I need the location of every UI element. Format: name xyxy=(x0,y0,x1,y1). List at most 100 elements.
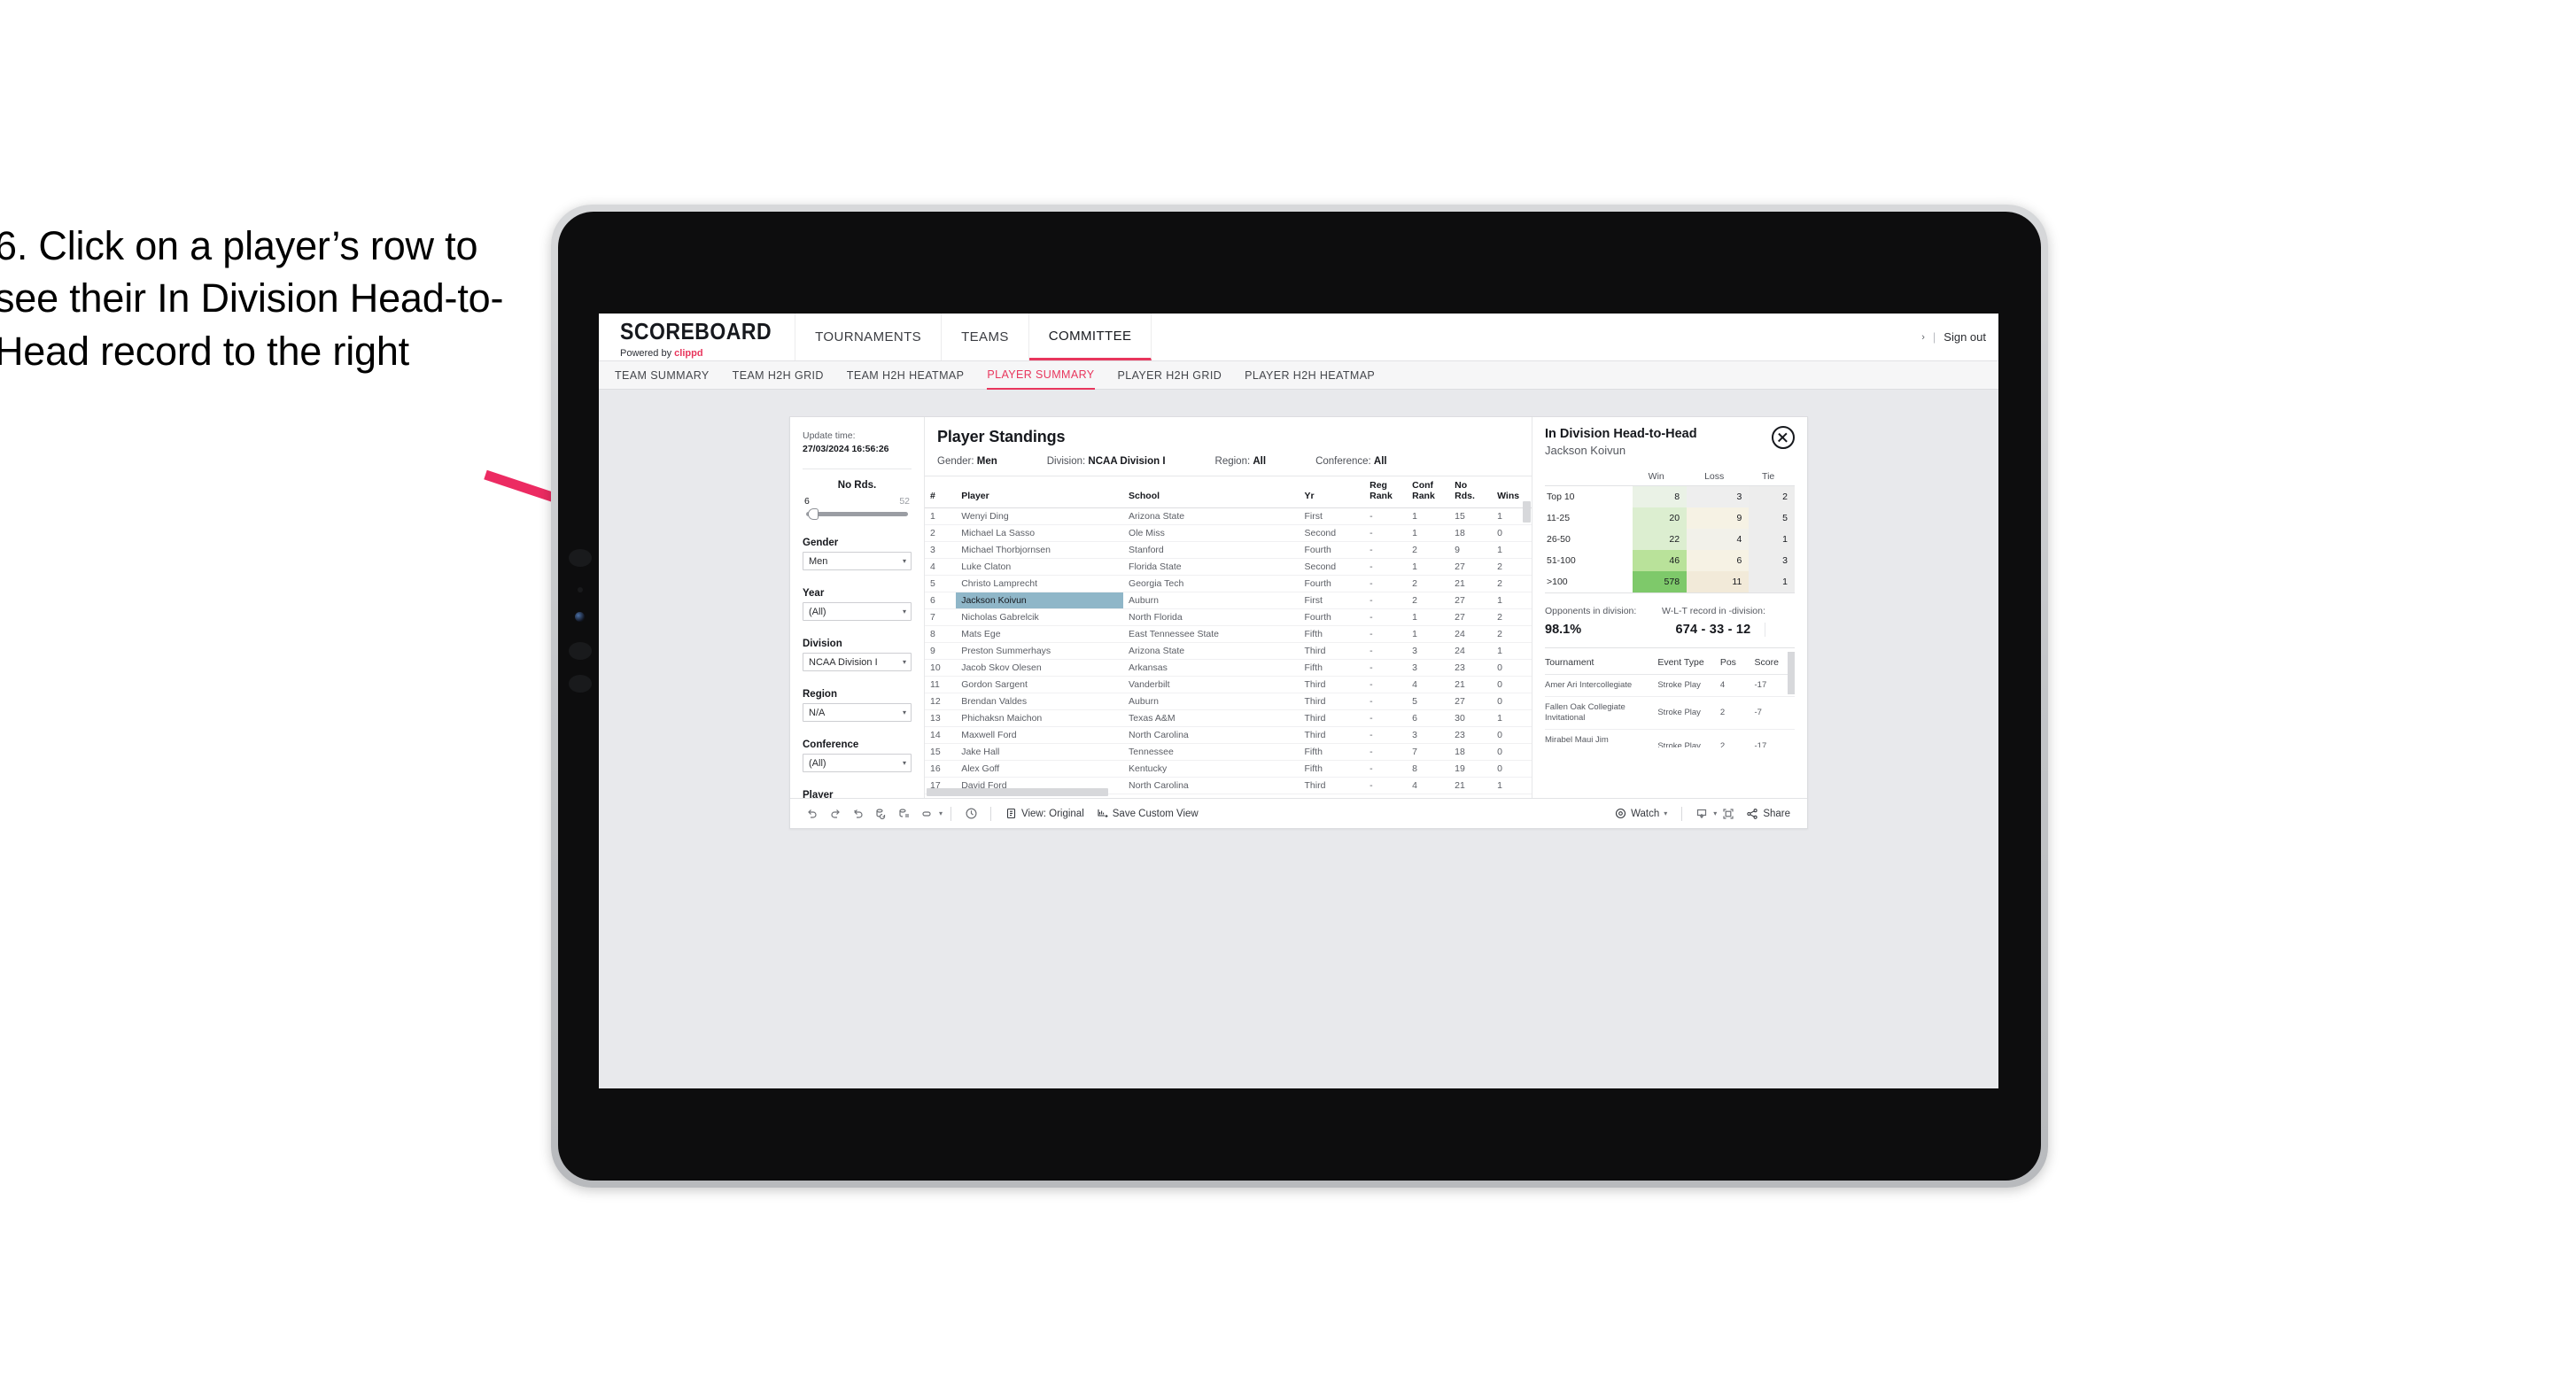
filter-division-select[interactable]: NCAA Division I ▾ xyxy=(803,653,912,672)
cell-num: 11 xyxy=(925,676,957,693)
undo-icon[interactable] xyxy=(801,802,824,825)
meta-region-value: All xyxy=(1253,456,1267,467)
table-row[interactable]: 1 Wenyi Ding Arizona State First -1 15 1 xyxy=(925,507,1532,525)
table-row[interactable]: 16 Alex Goff Kentucky Fifth -8 19 0 xyxy=(925,760,1532,778)
watch-icon xyxy=(1616,808,1626,819)
signout-area: › | Sign out xyxy=(1921,314,1986,360)
cell-num: 7 xyxy=(925,608,957,626)
cell-yr: Third xyxy=(1299,642,1365,660)
fullscreen-icon[interactable] xyxy=(1717,802,1740,825)
revert-icon[interactable] xyxy=(847,802,870,825)
refresh-data-icon[interactable] xyxy=(870,802,893,825)
nav-item-committee[interactable]: COMMITTEE xyxy=(1028,314,1152,360)
col-conf-rank[interactable]: Conf Rank xyxy=(1407,476,1450,508)
highlight-icon[interactable] xyxy=(916,802,939,825)
cell-school: Stanford xyxy=(1123,541,1300,559)
cell-rds: 27 xyxy=(1449,608,1493,626)
brand-title: SCOREBOARD xyxy=(620,318,772,345)
h2h-col-tie: Tie xyxy=(1749,471,1795,486)
table-row[interactable]: 2 Michael La Sasso Ole Miss Second -1 18 0 xyxy=(925,524,1532,542)
redo-icon[interactable] xyxy=(824,802,847,825)
heatmap-cell: 3 xyxy=(1749,550,1795,571)
table-row[interactable]: 6 Jackson Koivun Auburn First -2 27 1 xyxy=(925,592,1532,609)
cell-reg: - xyxy=(1364,743,1408,761)
view-original-button[interactable]: View: Original xyxy=(999,808,1090,819)
table-row[interactable]: 7 Nicholas Gabrelcik North Florida Fourth -1… xyxy=(925,608,1532,626)
filter-conference-select[interactable]: (All) ▾ xyxy=(803,754,912,773)
col-no-rds[interactable]: No Rds. xyxy=(1449,476,1493,508)
table-row[interactable]: 10 Jacob Skov Olesen Arkansas Fifth -3 23 0 xyxy=(925,659,1532,677)
filter-conference-label: Conference xyxy=(803,739,859,751)
filter-region-value: N/A xyxy=(809,707,826,718)
cell-wins: 0 xyxy=(1492,659,1532,677)
save-custom-view-button[interactable]: Save Custom View xyxy=(1090,808,1205,819)
cell-yr: Third xyxy=(1299,676,1365,693)
watch-button[interactable]: Watch ▾ xyxy=(1609,808,1673,819)
cell-school: Texas A&M xyxy=(1123,709,1300,727)
filter-year-select[interactable]: (All) ▾ xyxy=(803,602,912,622)
col-event-type[interactable]: Event Type xyxy=(1657,651,1720,675)
tab-player-h2h-grid[interactable]: PLAYER H2H GRID xyxy=(1118,361,1222,390)
cell-reg: - xyxy=(1364,507,1408,525)
signout-link[interactable]: Sign out xyxy=(1944,330,1986,344)
share-button[interactable]: Share xyxy=(1740,808,1796,820)
filter-gender-select[interactable]: Men ▾ xyxy=(803,552,912,571)
close-icon[interactable] xyxy=(1772,426,1795,449)
filter-region-select[interactable]: N/A ▾ xyxy=(803,703,912,723)
slider-track[interactable] xyxy=(806,508,908,521)
tab-team-h2h-heatmap[interactable]: TEAM H2H HEATMAP xyxy=(847,361,965,390)
table-row[interactable]: 5 Christo Lamprecht Georgia Tech Fourth -2 21… xyxy=(925,575,1532,592)
tournament-row[interactable]: Fallen Oak Collegiate Invitational Stroke… xyxy=(1545,696,1795,731)
table-row[interactable]: 8 Mats Ege East Tennessee State Fifth -1 24 2 xyxy=(925,625,1532,643)
col-tournament[interactable]: Tournament xyxy=(1545,651,1658,675)
no-rounds-slider[interactable]: No Rds. 6 52 xyxy=(803,480,912,521)
col-reg-rank[interactable]: Reg Rank xyxy=(1364,476,1408,508)
table-row[interactable]: 12 Brendan Valdes Auburn Third -5 27 0 xyxy=(925,693,1532,710)
standings-horizontal-scrollbar[interactable] xyxy=(927,788,1108,796)
tab-team-h2h-grid[interactable]: TEAM H2H GRID xyxy=(733,361,824,390)
tournament-scrollbar[interactable] xyxy=(1788,652,1795,694)
cell-num: 1 xyxy=(925,507,957,525)
cell-school: Georgia Tech xyxy=(1123,575,1300,592)
tournament-row[interactable]: Mirabel Maui Jim IntercollegiateStroke P… xyxy=(1545,729,1795,747)
tab-team-summary[interactable]: TEAM SUMMARY xyxy=(615,361,710,390)
pause-updates-icon[interactable] xyxy=(893,802,916,825)
nav-item-teams[interactable]: TEAMS xyxy=(942,314,1029,360)
table-row[interactable]: 14 Maxwell Ford North Carolina Third -3 23 0 xyxy=(925,726,1532,744)
col-school[interactable]: School xyxy=(1123,476,1300,508)
brand-logo[interactable]: SCOREBOARD Powered by clippd xyxy=(599,314,796,360)
cell-school: Auburn xyxy=(1123,592,1300,609)
tab-player-summary[interactable]: PLAYER SUMMARY xyxy=(987,361,1095,390)
col-yr[interactable]: Yr xyxy=(1299,476,1365,508)
table-row[interactable]: 9 Preston Summerhays Arizona State Third -3 2… xyxy=(925,642,1532,660)
cell-player: Luke Claton xyxy=(956,558,1124,576)
col-player[interactable]: Player xyxy=(956,476,1124,508)
tournament-row[interactable]: Amer Ari Intercollegiate Stroke Play 4 -17 xyxy=(1545,674,1795,698)
nav-item-tournaments[interactable]: TOURNAMENTS xyxy=(795,314,943,360)
table-row[interactable]: 13 Phichaksn Maichon Texas A&M Third -6 30 1 xyxy=(925,709,1532,727)
cell-num: 2 xyxy=(925,524,957,542)
meta-conference: Conference: All xyxy=(1315,456,1387,467)
tournament-header-row: Tournament Event Type Pos Score xyxy=(1545,651,1795,675)
chevron-down-icon[interactable]: ▾ xyxy=(939,809,943,817)
table-row[interactable]: 3 Michael Thorbjornsen Stanford Fourth -2 9 1 xyxy=(925,541,1532,559)
cell-yr: Third xyxy=(1299,777,1365,794)
table-row[interactable]: 4 Luke Claton Florida State Second -1 27 2 xyxy=(925,558,1532,576)
cell-wins: 1 xyxy=(1492,709,1532,727)
cell-yr: Fifth xyxy=(1299,760,1365,778)
chevron-down-icon: ▾ xyxy=(902,608,906,616)
table-row[interactable]: 15 Jake Hall Tennessee Fifth -7 18 0 xyxy=(925,743,1532,761)
slider-handle[interactable] xyxy=(808,508,819,521)
col-rank[interactable]: # xyxy=(925,476,957,508)
col-pos[interactable]: Pos xyxy=(1719,651,1755,675)
h2h-detail-panel: In Division Head-to-Head Jackson Koivun … xyxy=(1532,417,1807,798)
standings-vertical-scrollbar[interactable] xyxy=(1523,501,1531,523)
tab-player-h2h-heatmap[interactable]: PLAYER H2H HEATMAP xyxy=(1245,361,1375,390)
cell-conf: 7 xyxy=(1407,743,1450,761)
view-alerts-icon[interactable] xyxy=(959,802,982,825)
brand-subtitle: Powered by clippd xyxy=(620,348,772,359)
filter-year: Year (All) ▾ xyxy=(803,588,912,622)
h2h-corner xyxy=(1545,471,1633,486)
table-row[interactable]: 11 Gordon Sargent Vanderbilt Third -4 21 0 xyxy=(925,676,1532,693)
download-icon[interactable] xyxy=(1690,802,1713,825)
